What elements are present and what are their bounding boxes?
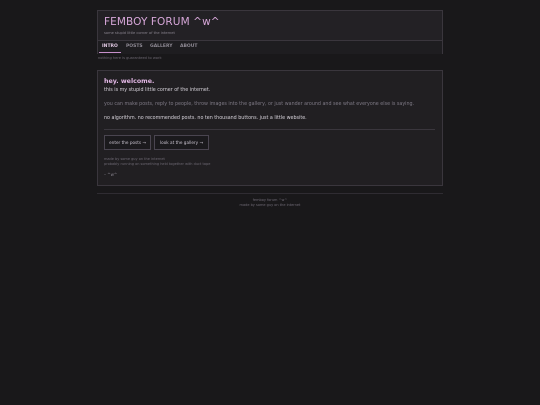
site-tagline: some stupid little corner of the interne… bbox=[104, 31, 175, 35]
footer-credit: made by some guy on the internet bbox=[239, 203, 301, 207]
intro-paragraph-2: you can make posts, reply to people, thr… bbox=[104, 102, 415, 107]
nav-tab-about[interactable]: ABOUT bbox=[180, 44, 197, 49]
main-nav: INTRO POSTS GALLERY ABOUT bbox=[98, 40, 442, 54]
nav-tab-intro[interactable]: INTRO bbox=[102, 44, 118, 49]
view-gallery-button[interactable]: look at the gallery → bbox=[154, 135, 209, 150]
footer-site-name: femboy forum ^w^ bbox=[252, 198, 288, 202]
intro-greeting: hey. welcome. bbox=[104, 78, 155, 85]
intro-paragraph-3: no algorithm. no recommended posts. no t… bbox=[104, 116, 307, 121]
duct-tape-note: probably running on something held toget… bbox=[104, 162, 211, 166]
active-tab-indicator bbox=[99, 52, 121, 53]
site-header: FEMBOY FORUM ^w^ some stupid little corn… bbox=[97, 10, 443, 54]
signature: – ^w^ bbox=[104, 172, 118, 177]
nav-tab-posts[interactable]: POSTS bbox=[126, 44, 143, 49]
nav-tab-gallery[interactable]: GALLERY bbox=[150, 44, 172, 49]
footer-divider bbox=[97, 193, 443, 194]
disclaimer-notice: nothing here is guaranteed to work bbox=[98, 56, 162, 60]
enter-posts-button[interactable]: enter the posts → bbox=[104, 135, 151, 150]
credit-note: made by some guy on the internet bbox=[104, 157, 165, 161]
site-title[interactable]: FEMBOY FORUM ^w^ bbox=[104, 16, 220, 28]
intro-divider bbox=[104, 129, 435, 130]
intro-paragraph-1: this is my stupid little corner of the i… bbox=[104, 88, 211, 93]
intro-card: hey. welcome. this is my stupid little c… bbox=[97, 70, 443, 186]
